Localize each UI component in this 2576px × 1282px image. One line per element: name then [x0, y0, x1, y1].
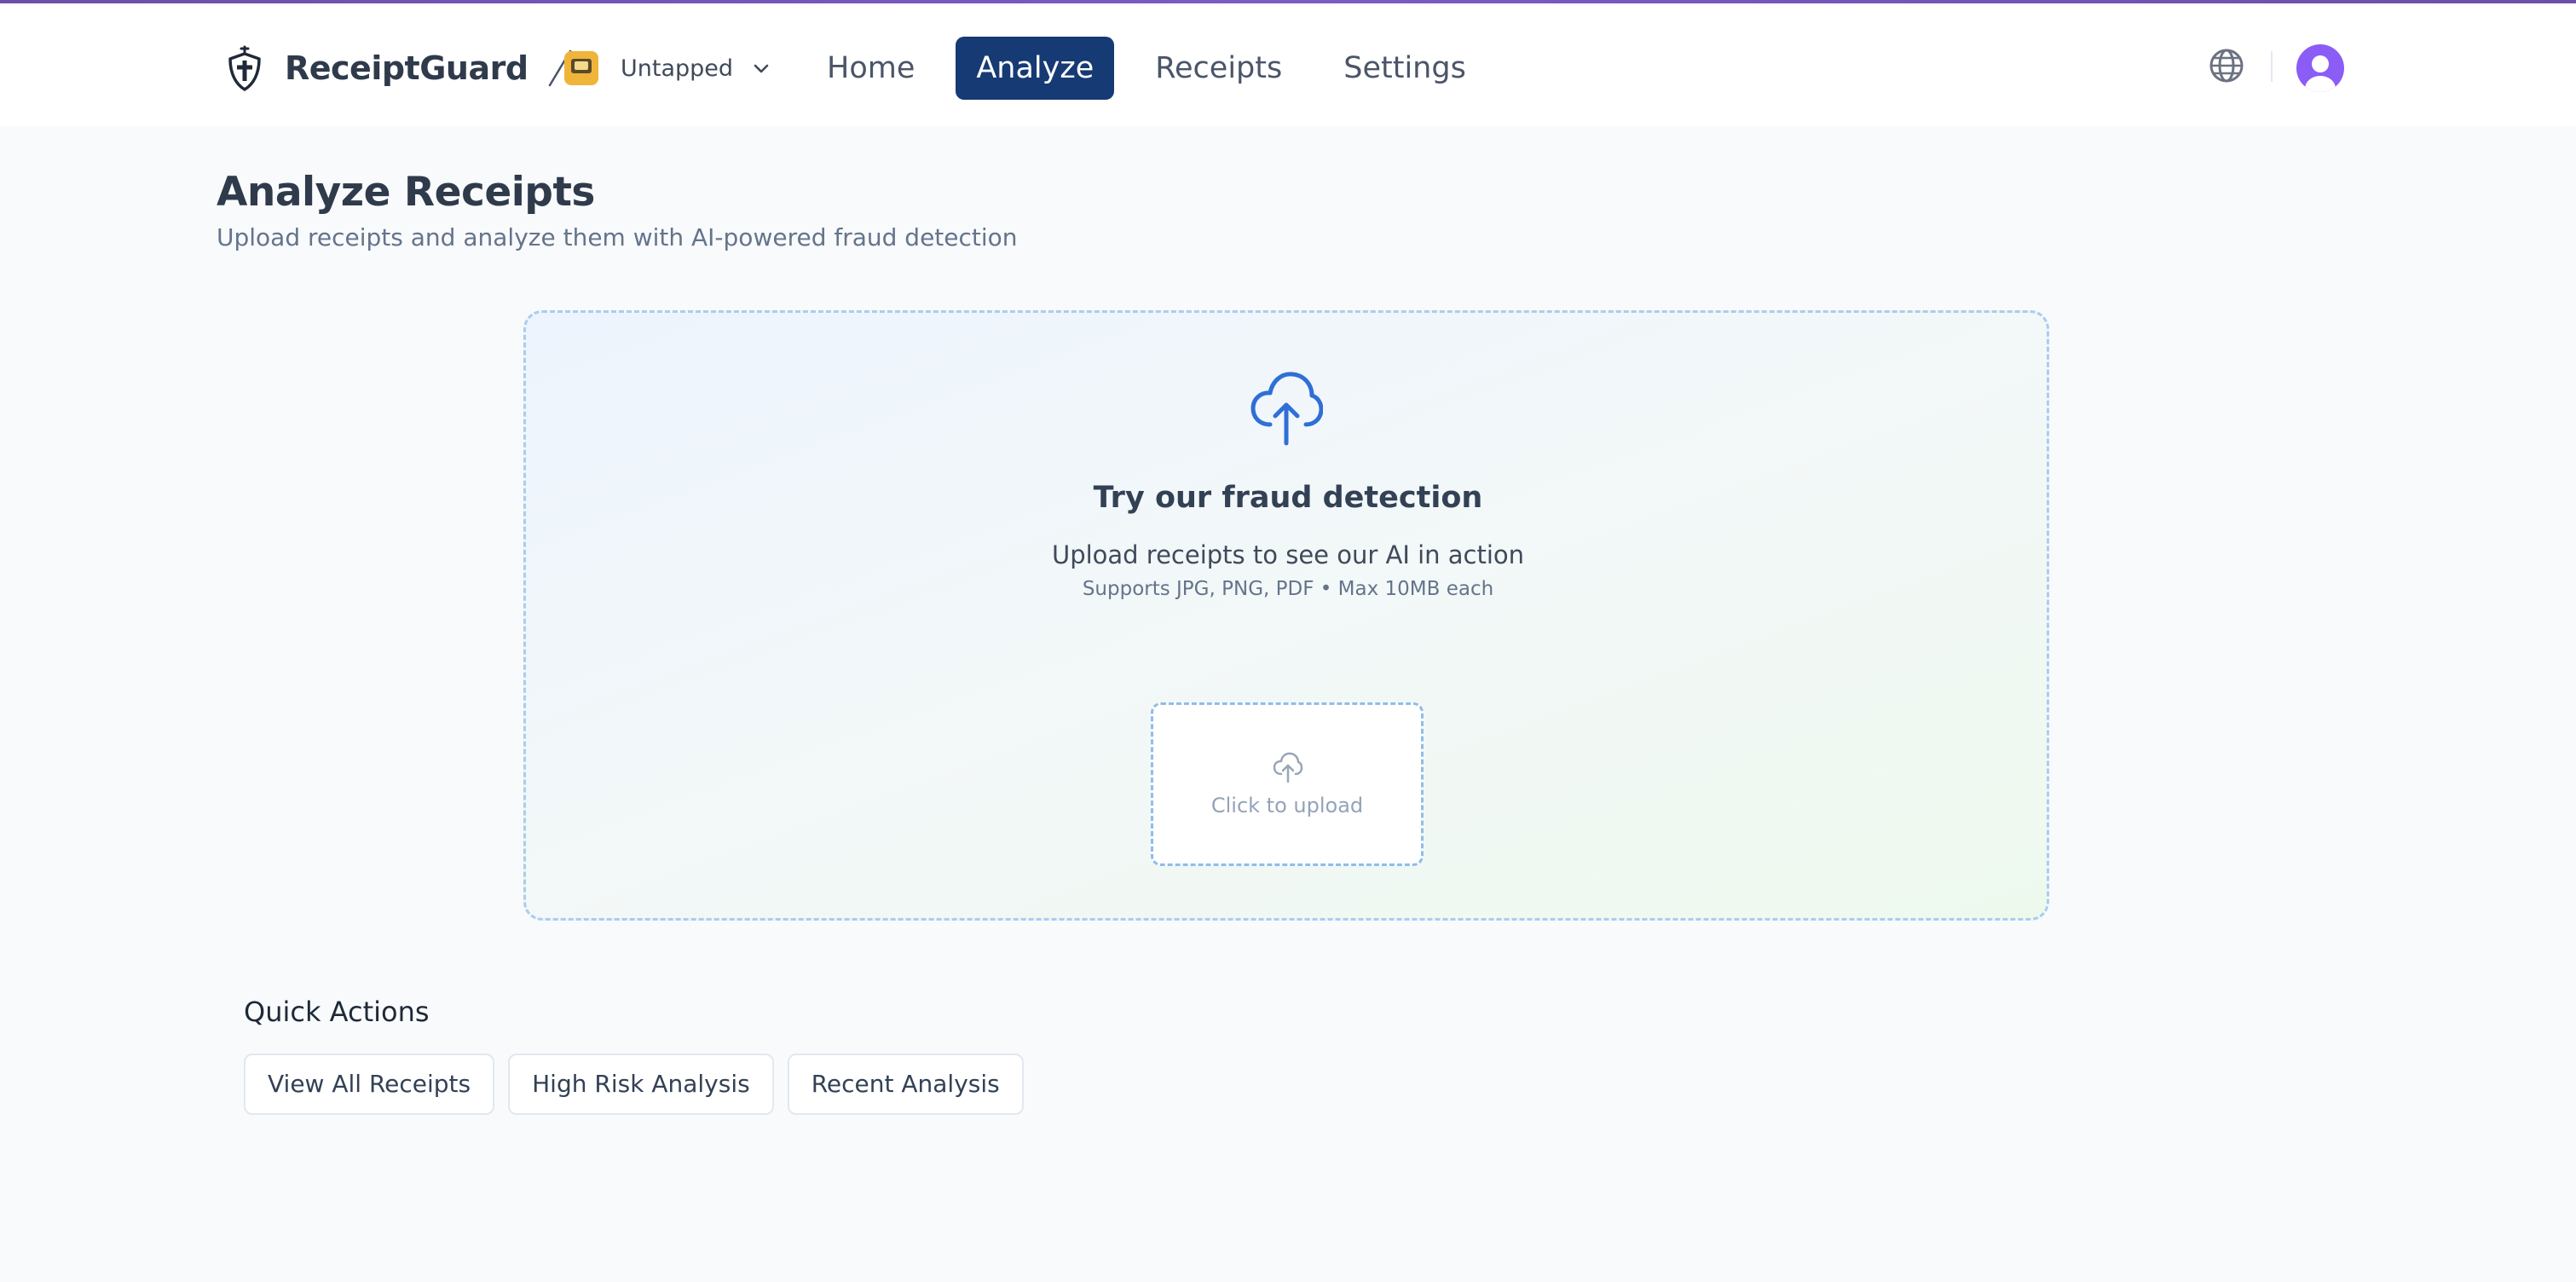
nav-settings[interactable]: Settings: [1323, 37, 1487, 100]
cloud-upload-icon: [1273, 752, 1303, 783]
quick-actions-row: View All Receipts High Risk Analysis Rec…: [244, 1054, 1037, 1115]
header-divider: [2271, 51, 2273, 82]
cloud-upload-icon: [1250, 372, 1323, 446]
org-name: Untapped: [621, 55, 734, 82]
view-all-receipts-button[interactable]: View All Receipts: [244, 1054, 495, 1115]
click-to-upload-tile[interactable]: Click to upload: [1151, 702, 1424, 866]
page-subtitle: Upload receipts and analyze them with AI…: [217, 223, 1018, 251]
user-avatar[interactable]: [2296, 44, 2344, 92]
high-risk-analysis-button[interactable]: High Risk Analysis: [508, 1054, 774, 1115]
chevron-down-icon: [754, 64, 769, 73]
dropzone-title: Try our fraud detection: [1093, 481, 1483, 515]
main-nav: Home Analyze Receipts Settings: [806, 36, 1507, 101]
nav-home[interactable]: Home: [806, 37, 935, 100]
org-logo-icon: [564, 51, 598, 85]
avatar-head: [2312, 55, 2329, 72]
recent-analysis-button[interactable]: Recent Analysis: [787, 1054, 1024, 1115]
shield-icon: [228, 45, 261, 91]
brand-name: ReceiptGuard: [285, 49, 528, 87]
brand[interactable]: ReceiptGuard: [223, 41, 573, 95]
app-header: ReceiptGuard Untapped Home Analyze Recei…: [0, 3, 2576, 126]
upload-tile-label: Click to upload: [1210, 794, 1364, 817]
avatar-body: [2305, 76, 2336, 92]
quick-actions-title: Quick Actions: [244, 996, 430, 1028]
nav-receipts[interactable]: Receipts: [1135, 37, 1302, 100]
page-title: Analyze Receipts: [217, 169, 595, 216]
dropzone-file-note: Supports JPG, PNG, PDF • Max 10MB each: [1082, 578, 1494, 600]
dropzone-description: Upload receipts to see our AI in action: [1051, 540, 1525, 569]
org-switcher[interactable]: Untapped: [564, 43, 771, 94]
nav-analyze[interactable]: Analyze: [956, 37, 1115, 100]
globe-icon[interactable]: [2208, 47, 2245, 84]
